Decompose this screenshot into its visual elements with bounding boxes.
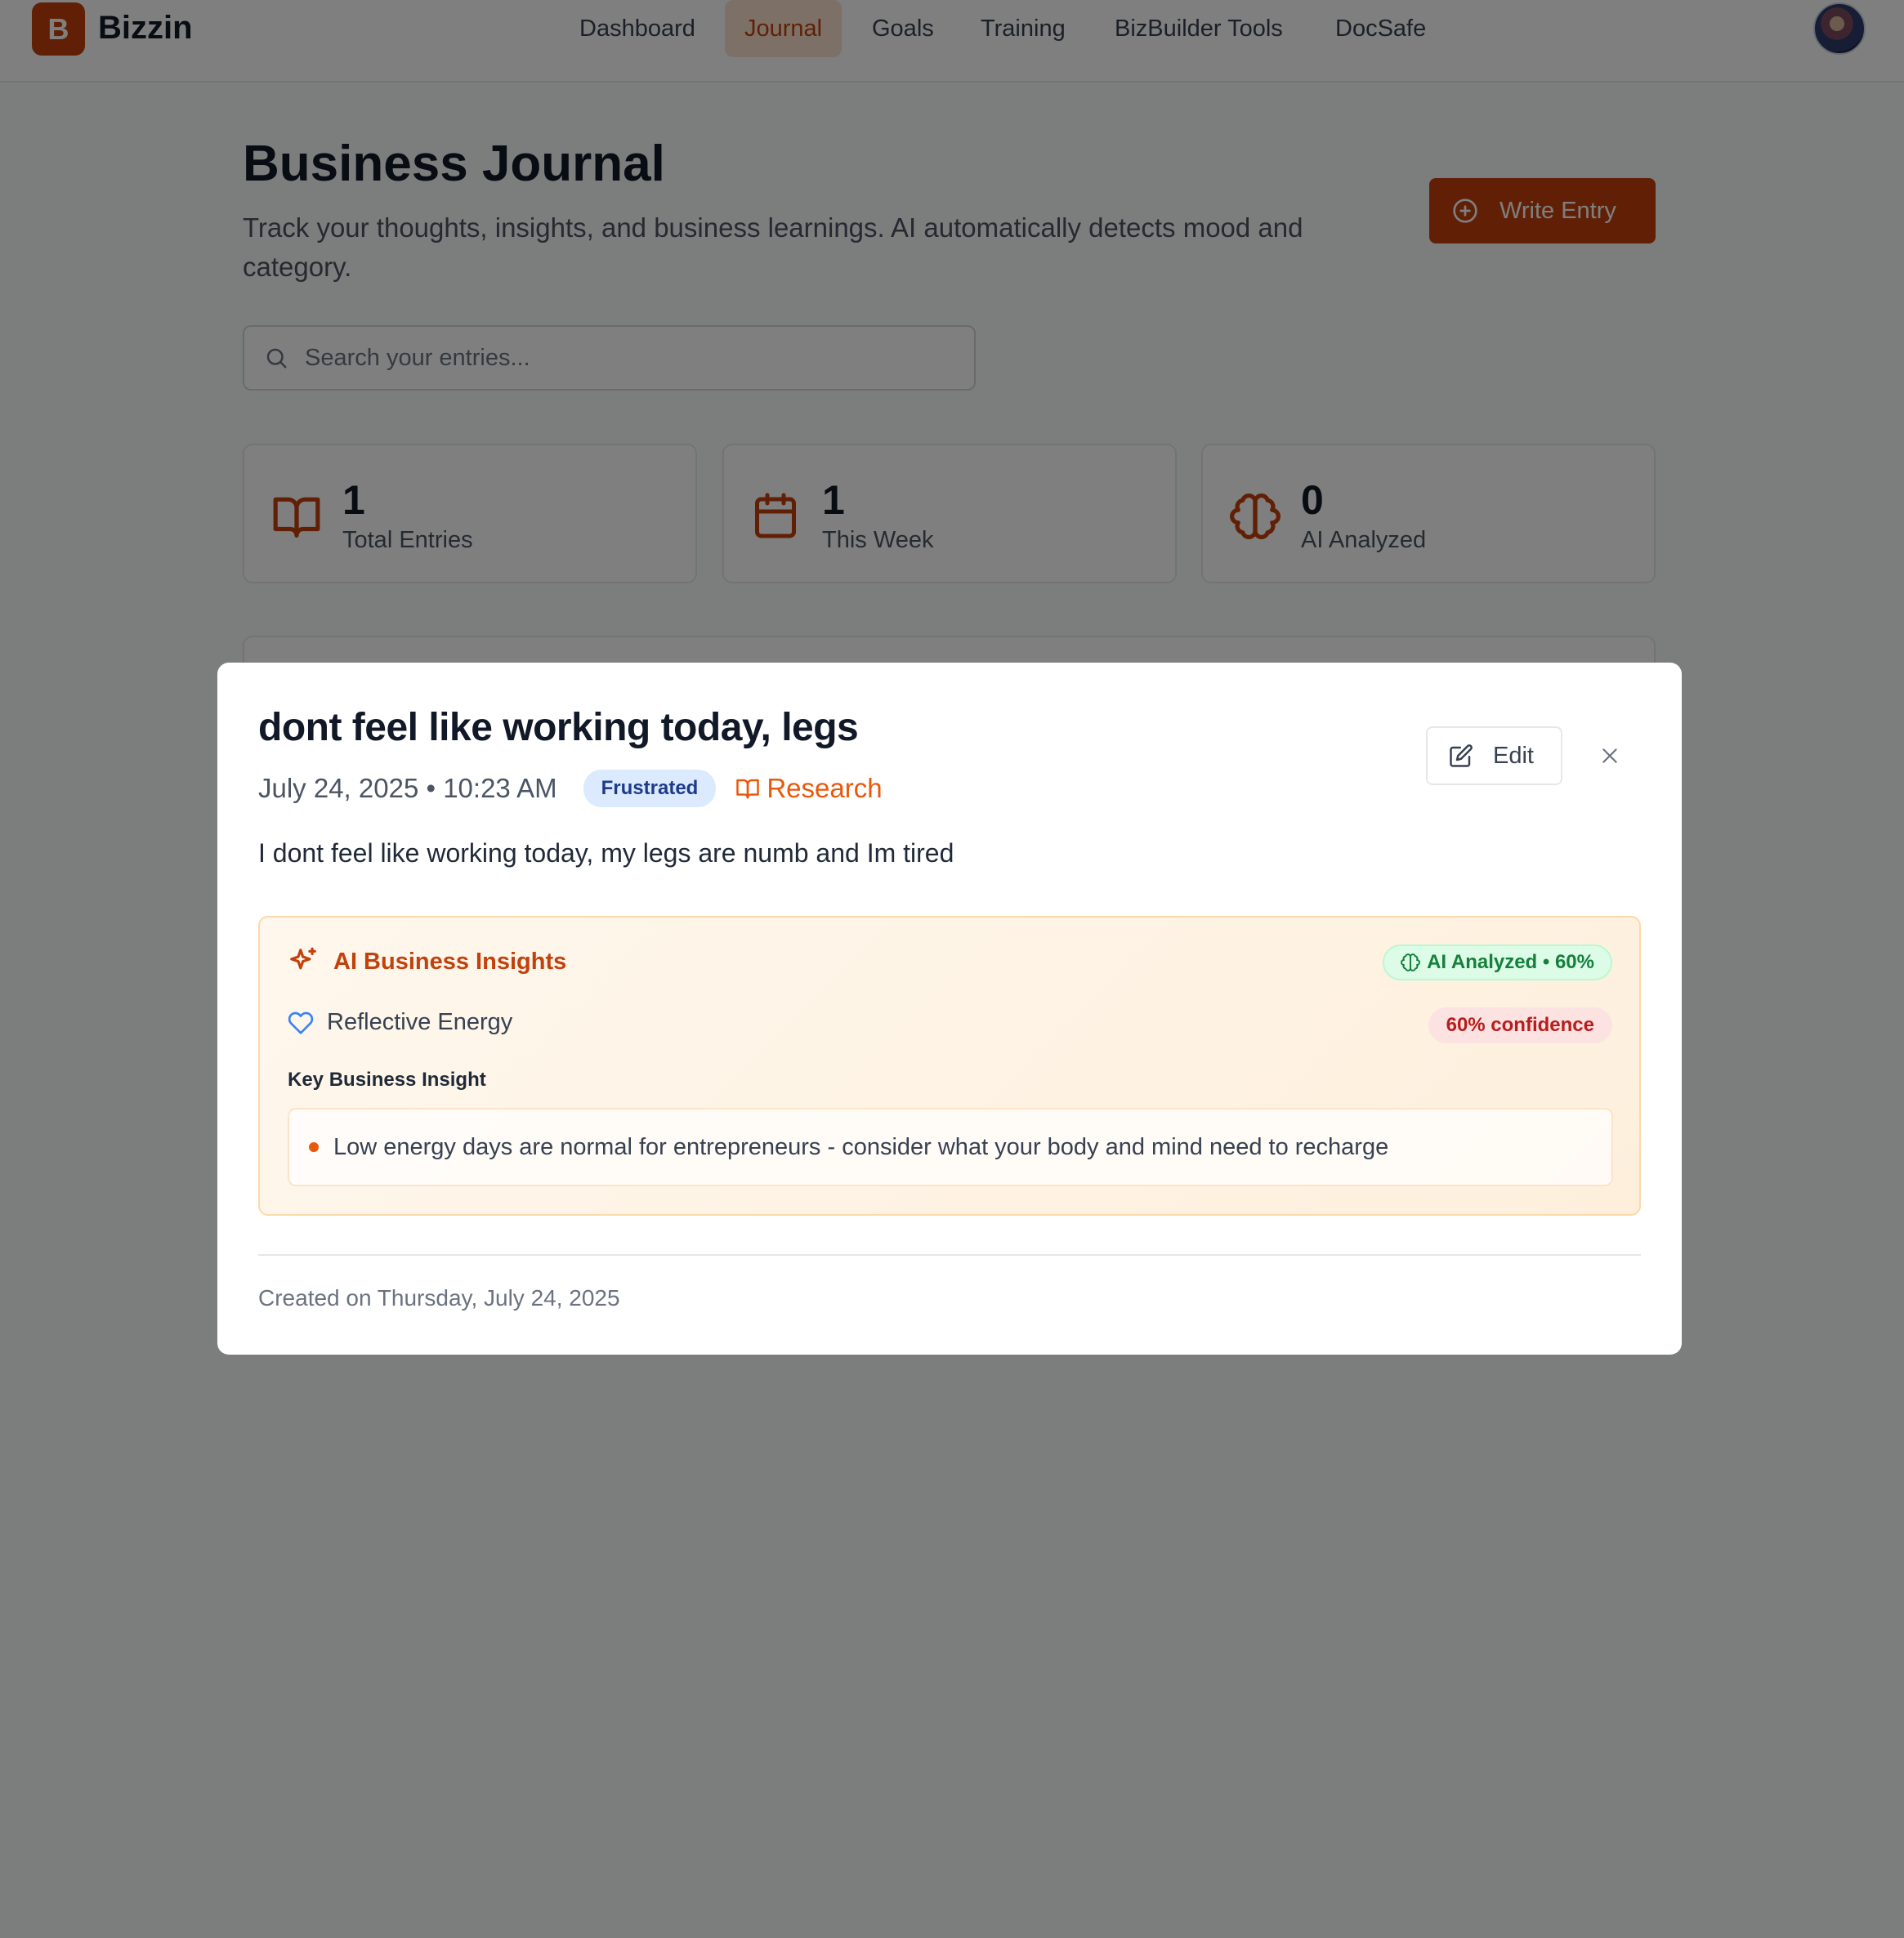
book-open-icon	[736, 779, 760, 799]
mood-badge: Frustrated	[583, 770, 717, 807]
insights-title-label: AI Business Insights	[333, 948, 567, 975]
edit-button[interactable]: Edit	[1426, 726, 1562, 785]
entry-date: July 24, 2025 • 10:23 AM	[258, 773, 557, 803]
key-insight-item: Low energy days are normal for entrepren…	[288, 1108, 1613, 1186]
entry-meta: July 24, 2025 • 10:23 AM Frustrated Rese…	[258, 770, 883, 807]
ai-analyzed-label: AI Analyzed • 60%	[1427, 951, 1594, 973]
edit-label: Edit	[1493, 742, 1534, 769]
category-label: Research	[767, 773, 883, 803]
energy-label: Reflective Energy	[327, 1009, 513, 1035]
entry-title: dont feel like working today, legs	[258, 706, 859, 749]
close-icon	[1602, 748, 1617, 763]
key-insight-text: Low energy days are normal for entrepren…	[333, 1133, 1389, 1160]
divider	[258, 1254, 1641, 1256]
sparkles-icon	[290, 947, 316, 970]
heart-icon	[288, 1011, 314, 1034]
brain-icon	[1401, 953, 1421, 971]
created-date: Created on Thursday, July 24, 2025	[258, 1285, 620, 1311]
confidence-badge: 60% confidence	[1428, 1007, 1612, 1043]
bullet-icon	[309, 1142, 319, 1152]
entry-body: I dont feel like working today, my legs …	[258, 838, 954, 868]
close-button[interactable]	[1595, 741, 1625, 770]
edit-icon	[1450, 744, 1473, 767]
ai-insights-panel: AI Business Insights AI Analyzed • 60% R…	[258, 916, 1641, 1216]
energy-row: Reflective Energy	[288, 1009, 512, 1036]
key-insight-heading: Key Business Insight	[288, 1069, 486, 1091]
insights-title: AI Business Insights	[288, 946, 566, 977]
ai-analyzed-badge: AI Analyzed • 60%	[1383, 944, 1612, 980]
category-tag: Research	[735, 773, 883, 804]
entry-detail-modal: dont feel like working today, legs July …	[217, 663, 1682, 1355]
